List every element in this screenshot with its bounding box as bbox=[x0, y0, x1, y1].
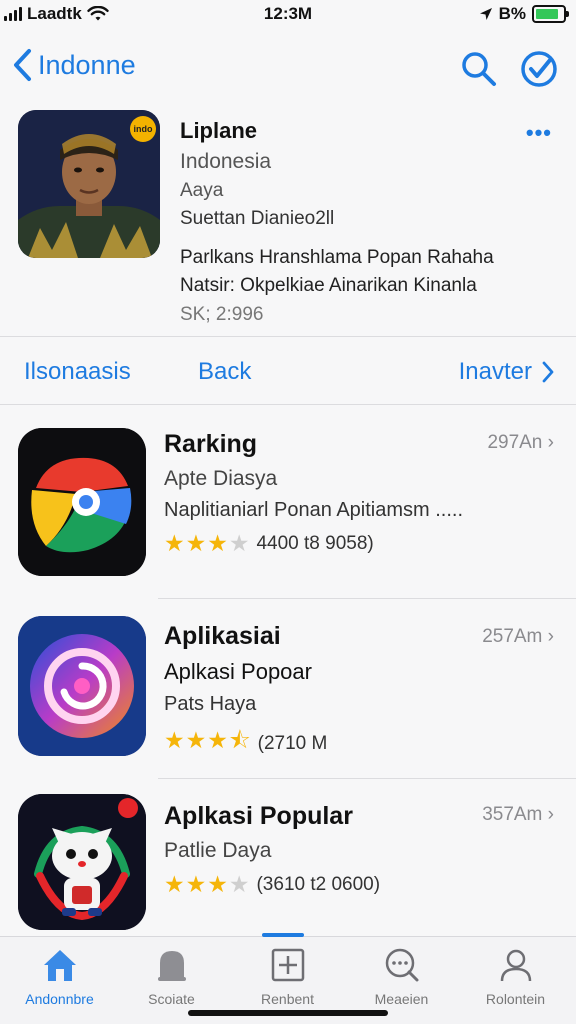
section-link-right[interactable]: Inavter bbox=[459, 358, 554, 386]
section-link-back[interactable]: Back bbox=[198, 358, 251, 386]
section-links: Ilsonaasis Back Inavter bbox=[0, 340, 576, 404]
star-rating-icon: ★★★★ bbox=[164, 871, 251, 897]
tab-indicator bbox=[262, 933, 304, 937]
app-size[interactable]: 257Am › bbox=[482, 626, 554, 648]
app-rating: ★★★★ 4400 t8 9058) bbox=[164, 530, 556, 557]
app-icon-colorful bbox=[18, 428, 146, 576]
featured-app-image: indo bbox=[18, 110, 160, 258]
featured-description-line-1: Parlkans Hranshlama Popan Rahaha bbox=[180, 247, 494, 268]
tab-messages[interactable]: Meaeien bbox=[344, 945, 459, 1007]
tab-label: Meaeien bbox=[374, 991, 429, 1007]
tab-home[interactable]: Andonnbre bbox=[2, 945, 117, 1007]
tab-label: Scoiate bbox=[148, 991, 195, 1007]
app-category: Apte Diasya bbox=[164, 467, 278, 490]
app-size[interactable]: 297An › bbox=[487, 432, 554, 454]
tab-label: Rolontein bbox=[485, 991, 546, 1007]
home-indicator bbox=[188, 1010, 388, 1016]
tab-social[interactable]: Scoiate bbox=[114, 945, 229, 1007]
app-icon-spiral bbox=[18, 616, 146, 756]
rating-text: (2710 M bbox=[257, 732, 328, 754]
divider bbox=[158, 598, 576, 599]
back-label: Indonne bbox=[38, 49, 136, 80]
featured-description-line-2: Natsir: Okpelkiae Ainarikan Kinanla bbox=[180, 275, 477, 296]
section-link-left[interactable]: Ilsonaasis bbox=[24, 358, 131, 386]
app-row[interactable]: Rarking Apte Diasya Naplitianiarl Ponan … bbox=[0, 428, 576, 608]
check-circle-icon[interactable] bbox=[520, 50, 558, 88]
app-category: Patlie Daya bbox=[164, 839, 272, 862]
featured-count: SK; 2:996 bbox=[180, 304, 264, 325]
app-row[interactable]: Aplikasiai Aplkasi Popoar Pats Haya ★★★⯪… bbox=[0, 616, 576, 796]
tab-bar: Andonnbre Scoiate Renbent Meaeien Rolont… bbox=[0, 933, 576, 1024]
location-arrow-icon bbox=[479, 8, 492, 20]
featured-badge: indo bbox=[130, 116, 156, 142]
app-size-label: 357Am bbox=[482, 804, 543, 825]
status-right: B% bbox=[479, 4, 569, 24]
chevron-left-icon bbox=[14, 49, 31, 81]
featured-developer: Suettan Dianieo2ll bbox=[180, 208, 335, 229]
star-rating-icon: ★★★⯪ bbox=[164, 727, 252, 753]
app-icon-cat bbox=[18, 794, 146, 930]
featured-subtitle: Indonesia bbox=[180, 150, 272, 173]
app-size[interactable]: 357Am › bbox=[482, 804, 554, 826]
chevron-right-icon bbox=[542, 361, 554, 383]
chevron-right-icon: › bbox=[547, 804, 554, 825]
app-rating: ★★★⯪ (2710 M bbox=[164, 724, 556, 763]
chat-search-icon bbox=[382, 945, 422, 985]
battery-icon bbox=[532, 5, 569, 23]
featured-app[interactable]: indo Liplane Indonesia Aaya Suettan Dian… bbox=[0, 108, 576, 333]
tab-add[interactable]: Renbent bbox=[230, 945, 345, 1007]
app-size-label: 257Am bbox=[482, 626, 543, 647]
app-category: Aplkasi Popoar bbox=[164, 659, 312, 684]
app-size-label: 297An bbox=[487, 432, 543, 453]
bell-icon bbox=[152, 945, 192, 985]
app-description: Naplitianiarl Ponan Apitiamsm ..... bbox=[164, 499, 464, 521]
tab-profile[interactable]: Rolontein bbox=[458, 945, 573, 1007]
tab-label: Renbent bbox=[261, 991, 314, 1007]
status-bar: Laadtk 12:3M B% bbox=[0, 0, 576, 30]
chevron-right-icon: › bbox=[547, 626, 554, 647]
rating-text: (3610 t2 0600) bbox=[256, 873, 381, 895]
divider bbox=[0, 404, 576, 405]
chevron-right-icon: › bbox=[547, 432, 554, 453]
divider bbox=[0, 336, 576, 337]
rating-text: 4400 t8 9058) bbox=[256, 532, 374, 554]
star-rating-icon: ★★★★ bbox=[164, 530, 251, 556]
app-rating: ★★★★ (3610 t2 0600) bbox=[164, 871, 556, 898]
nav-actions bbox=[460, 50, 558, 88]
divider bbox=[158, 778, 576, 779]
person-icon bbox=[496, 945, 536, 985]
back-button[interactable]: Indonne bbox=[12, 48, 136, 82]
more-options-icon[interactable]: ••• bbox=[526, 120, 552, 146]
featured-description: Parlkans Hranshlama Popan Rahaha Natsir:… bbox=[180, 244, 556, 300]
search-icon[interactable] bbox=[460, 50, 498, 88]
tab-label: Andonnbre bbox=[25, 991, 94, 1007]
featured-line: Aaya bbox=[180, 180, 224, 201]
featured-title: Liplane bbox=[180, 118, 258, 143]
home-icon bbox=[40, 945, 80, 985]
nav-bar: Indonne bbox=[0, 40, 576, 100]
featured-text: Liplane Indonesia Aaya Suettan Dianieo2l… bbox=[180, 118, 556, 326]
section-link-right-label: Inavter bbox=[458, 358, 532, 385]
app-description: Pats Haya bbox=[164, 693, 257, 715]
battery-percent: B% bbox=[498, 4, 526, 23]
plus-square-icon bbox=[268, 945, 308, 985]
